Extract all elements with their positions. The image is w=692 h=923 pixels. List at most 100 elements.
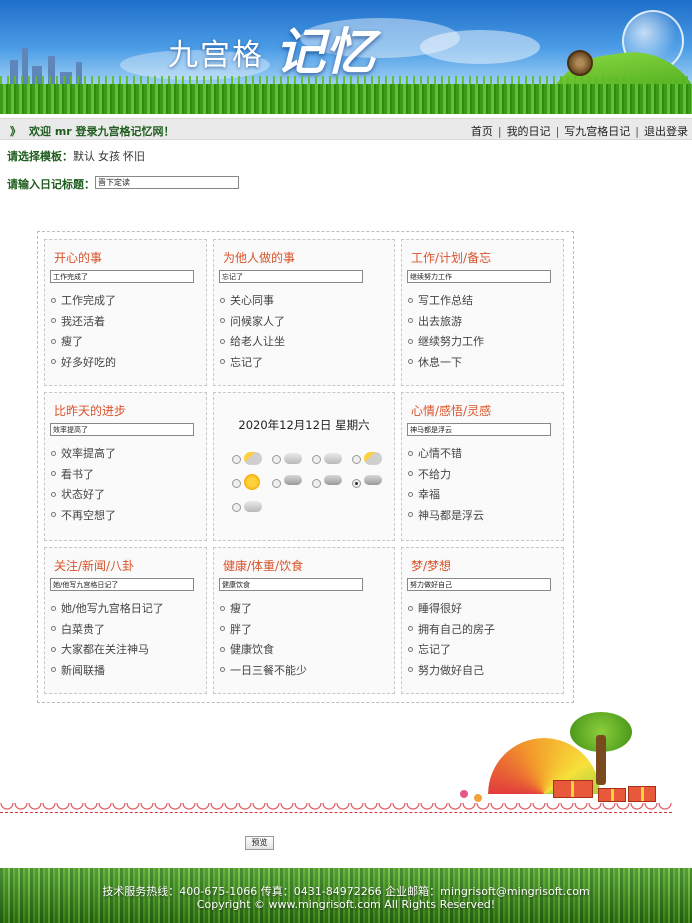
grid-cell-mood: 心情/感悟/灵感 心情不错 不给力 幸福 神马都是浮云 — [401, 392, 564, 541]
option-item[interactable]: 看书了 — [51, 466, 116, 487]
bullet-icon — [51, 512, 56, 517]
welcome-text: 欢迎 mr 登录九宫格记忆网！ — [29, 125, 175, 138]
weather-radio[interactable] — [312, 455, 321, 464]
weather-option[interactable] — [352, 450, 382, 468]
weather-option[interactable] — [352, 474, 382, 492]
option-item[interactable]: 效率提高了 — [51, 445, 116, 466]
cell-input[interactable] — [407, 578, 551, 591]
option-item[interactable]: 好多好吃的 — [51, 354, 116, 375]
cell-input[interactable] — [407, 270, 551, 283]
option-item[interactable]: 瘦了 — [220, 600, 307, 621]
option-item[interactable]: 努力做好自己 — [408, 662, 495, 683]
option-item[interactable]: 忘记了 — [408, 641, 495, 662]
weather-option[interactable] — [272, 450, 302, 468]
bullet-icon — [51, 338, 56, 344]
bullet-icon — [408, 605, 413, 611]
option-item[interactable]: 大家都在关注神马 — [51, 641, 164, 662]
snow-icon — [364, 475, 382, 485]
option-item[interactable]: 神马都是浮云 — [408, 507, 484, 528]
option-item[interactable]: 继续努力工作 — [408, 333, 484, 354]
cloud-decoration — [420, 30, 540, 64]
option-item[interactable]: 幸福 — [408, 486, 484, 507]
template-option-girl[interactable]: 女孩 — [98, 150, 120, 163]
option-item[interactable]: 休息一下 — [408, 354, 484, 375]
snail-icon — [567, 50, 593, 76]
cell-input[interactable] — [219, 578, 363, 591]
weather-option[interactable] — [312, 474, 342, 492]
option-item[interactable]: 关心同事 — [220, 292, 285, 313]
weather-radio[interactable] — [232, 455, 241, 464]
weather-radio[interactable] — [272, 479, 281, 488]
option-item[interactable]: 给老人让坐 — [220, 333, 285, 354]
bullet-icon — [220, 338, 225, 344]
option-item[interactable]: 状态好了 — [51, 486, 116, 507]
diary-title-input[interactable] — [95, 176, 239, 189]
weather-radio[interactable] — [232, 479, 241, 488]
nav-write-diary-link[interactable]: 写九宫格日记 — [564, 125, 630, 138]
weather-radio[interactable] — [352, 455, 361, 464]
option-item[interactable]: 写工作总结 — [408, 292, 484, 313]
bullet-icon — [220, 318, 225, 323]
cell-input[interactable] — [219, 270, 363, 283]
nav-logout-link[interactable]: 退出登录 — [644, 125, 688, 138]
cell-input[interactable] — [50, 270, 194, 283]
weather-radio[interactable] — [312, 479, 321, 488]
tree-trunk-decoration — [596, 735, 606, 785]
option-item[interactable]: 不再空想了 — [51, 507, 116, 528]
cell-input[interactable] — [50, 423, 194, 436]
footer: 技术服务热线：400-675-1066 传真：0431-84972266 企业邮… — [0, 868, 692, 923]
cell-input[interactable] — [407, 423, 551, 436]
option-item[interactable]: 出去旅游 — [408, 313, 484, 334]
option-item[interactable]: 工作完成了 — [51, 292, 116, 313]
option-item[interactable]: 一日三餐不能少 — [220, 662, 307, 683]
option-item[interactable]: 胖了 — [220, 621, 307, 642]
bullet-icon — [220, 667, 225, 672]
bullet-icon — [220, 297, 225, 303]
template-option-default[interactable]: 默认 — [73, 150, 95, 163]
nav-home-link[interactable]: 首页 — [471, 125, 493, 138]
weather-option[interactable] — [272, 474, 302, 492]
weather-option[interactable] — [312, 450, 342, 468]
bullet-icon — [51, 626, 56, 631]
option-item[interactable]: 不给力 — [408, 466, 484, 487]
cell-title: 心情/感悟/灵感 — [411, 404, 492, 418]
nav-my-diary-link[interactable]: 我的日记 — [507, 125, 551, 138]
preview-button[interactable]: 预览 — [245, 836, 274, 850]
option-item[interactable]: 问候家人了 — [220, 313, 285, 334]
bullet-icon — [408, 359, 413, 364]
option-item[interactable]: 拥有自己的房子 — [408, 621, 495, 642]
option-item[interactable]: 新闻联播 — [51, 662, 164, 683]
gift-icon — [553, 780, 593, 798]
weather-option[interactable] — [232, 450, 262, 468]
bullet-icon — [51, 491, 56, 497]
weather-radio[interactable] — [352, 479, 361, 488]
cell-title: 健康/体重/饮食 — [223, 559, 304, 573]
weather-radio[interactable] — [232, 503, 241, 512]
template-selector: 请选择模板：默认 女孩 怀旧 — [7, 148, 148, 164]
option-item[interactable]: 她/他写九宫格日记了 — [51, 600, 164, 621]
template-option-nostalgia[interactable]: 怀旧 — [123, 150, 145, 163]
cell-options: 工作完成了 我还活着 瘦了 好多好吃的 — [51, 292, 116, 374]
grass-decoration — [0, 84, 692, 114]
option-item[interactable]: 瘦了 — [51, 333, 116, 354]
weather-option[interactable] — [232, 498, 262, 516]
cell-title: 工作/计划/备忘 — [411, 251, 492, 265]
bullet-icon — [51, 359, 56, 364]
option-item[interactable]: 健康饮食 — [220, 641, 307, 662]
option-item[interactable]: 心情不错 — [408, 445, 484, 466]
option-item[interactable]: 我还活着 — [51, 313, 116, 334]
date-weekday: 2020年12月12日 星期六 — [238, 418, 370, 432]
gift-icon — [628, 786, 656, 802]
cell-input[interactable] — [50, 578, 194, 591]
option-item[interactable]: 忘记了 — [220, 354, 285, 375]
bullet-icon — [408, 297, 413, 303]
bullet-icon — [220, 605, 225, 611]
weather-option[interactable] — [232, 474, 260, 492]
option-item[interactable]: 睡得很好 — [408, 600, 495, 621]
grid-cell-work-plan: 工作/计划/备忘 写工作总结 出去旅游 继续努力工作 休息一下 — [401, 239, 564, 386]
cell-options: 睡得很好 拥有自己的房子 忘记了 努力做好自己 — [408, 600, 495, 682]
option-item[interactable]: 白菜贵了 — [51, 621, 164, 642]
weather-radio[interactable] — [272, 455, 281, 464]
bullet-icon — [408, 450, 413, 456]
lace-line-decoration — [0, 812, 672, 813]
